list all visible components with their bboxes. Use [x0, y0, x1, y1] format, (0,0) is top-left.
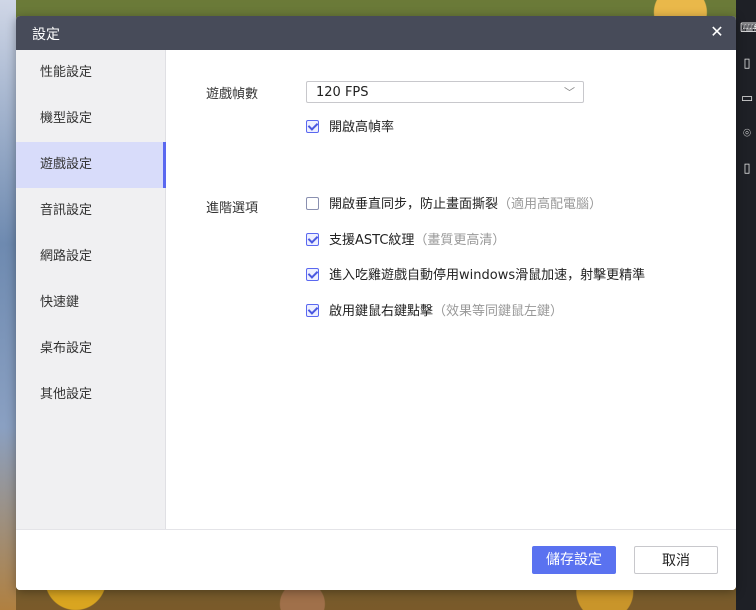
dialog-title: 設定: [32, 27, 60, 43]
vsync-option[interactable]: 開啟垂直同步，防止畫面撕裂（適用高配電腦）: [306, 196, 602, 214]
sidebar-item-device-model[interactable]: 機型設定: [16, 96, 165, 142]
cancel-button[interactable]: 取消: [634, 546, 718, 574]
sidebar-item-game[interactable]: 遊戲設定: [16, 142, 166, 188]
settings-sidebar: 性能設定 機型設定 遊戲設定 音訊設定 網路設定 快速鍵 桌布設定 其他設定: [16, 50, 166, 529]
high-fps-option[interactable]: 開啟高幀率: [306, 119, 394, 137]
right-click-checkbox[interactable]: [306, 304, 319, 317]
dialog-footer: 儲存設定 取消: [16, 529, 736, 590]
astc-note: （畫質更高清）: [414, 233, 506, 248]
vsync-note: （適用高配電腦）: [498, 197, 603, 212]
mouse-accel-option[interactable]: 進入吃雞遊戲自動停用windows滑鼠加速，射擊更精準: [306, 267, 645, 285]
sidebar-item-network[interactable]: 網路設定: [16, 234, 165, 280]
settings-dialog: 設定 ✕ 性能設定 機型設定 遊戲設定 音訊設定 網路設定 快速鍵 桌布設定 其…: [16, 16, 736, 590]
high-fps-checkbox[interactable]: [306, 120, 319, 133]
vibrate-icon[interactable]: ▯: [740, 162, 754, 176]
high-fps-label: 開啟高幀率: [329, 120, 395, 135]
right-click-option[interactable]: 啟用鍵鼠右鍵點擊（效果等同鍵鼠左鍵）: [306, 303, 563, 321]
sidebar-item-hotkeys[interactable]: 快速鍵: [16, 280, 165, 326]
sidebar-item-audio[interactable]: 音訊設定: [16, 188, 165, 234]
dialog-titlebar: 設定 ✕: [16, 16, 736, 50]
right-click-note: （效果等同鍵鼠左鍵）: [433, 304, 564, 319]
astc-label: 支援ASTC紋理: [329, 233, 415, 248]
fps-select-value: 120 FPS: [316, 85, 369, 100]
astc-option[interactable]: 支援ASTC紋理（畫質更高清）: [306, 232, 505, 250]
sidebar-item-wallpaper[interactable]: 桌布設定: [16, 326, 165, 372]
fps-select[interactable]: 120 FPS ﹀: [306, 81, 584, 103]
mouse-accel-label: 進入吃雞遊戲自動停用windows滑鼠加速，射擊更精準: [329, 268, 646, 283]
sidebar-item-performance[interactable]: 性能設定: [16, 50, 165, 96]
vsync-label: 開啟垂直同步，防止畫面撕裂: [329, 197, 499, 212]
vsync-checkbox[interactable]: [306, 197, 319, 210]
mouse-accel-checkbox[interactable]: [306, 268, 319, 281]
advanced-label: 進階選項: [206, 201, 259, 216]
location-icon[interactable]: ⌾: [740, 127, 754, 141]
right-click-label: 啟用鍵鼠右鍵點擊: [329, 304, 434, 319]
emulator-side-toolbar: ⌨ ▯ ▭ ⌾ ▯: [736, 0, 756, 610]
game-settings-panel: 遊戲幀數 120 FPS ﹀ 開啟高幀率 進階選項 開啟垂直同步，防止畫面撕裂（…: [166, 50, 736, 529]
shake-icon[interactable]: ▯: [740, 57, 754, 71]
keyboard-icon[interactable]: ⌨: [740, 22, 756, 36]
close-icon[interactable]: ✕: [708, 23, 726, 41]
save-button[interactable]: 儲存設定: [532, 546, 616, 574]
astc-checkbox[interactable]: [306, 233, 319, 246]
sidebar-item-other[interactable]: 其他設定: [16, 372, 165, 418]
chevron-down-icon: ﹀: [564, 86, 575, 99]
game-background-edge: [0, 0, 16, 610]
screenshot-icon[interactable]: ▭: [740, 92, 754, 106]
fps-label: 遊戲幀數: [206, 87, 259, 102]
